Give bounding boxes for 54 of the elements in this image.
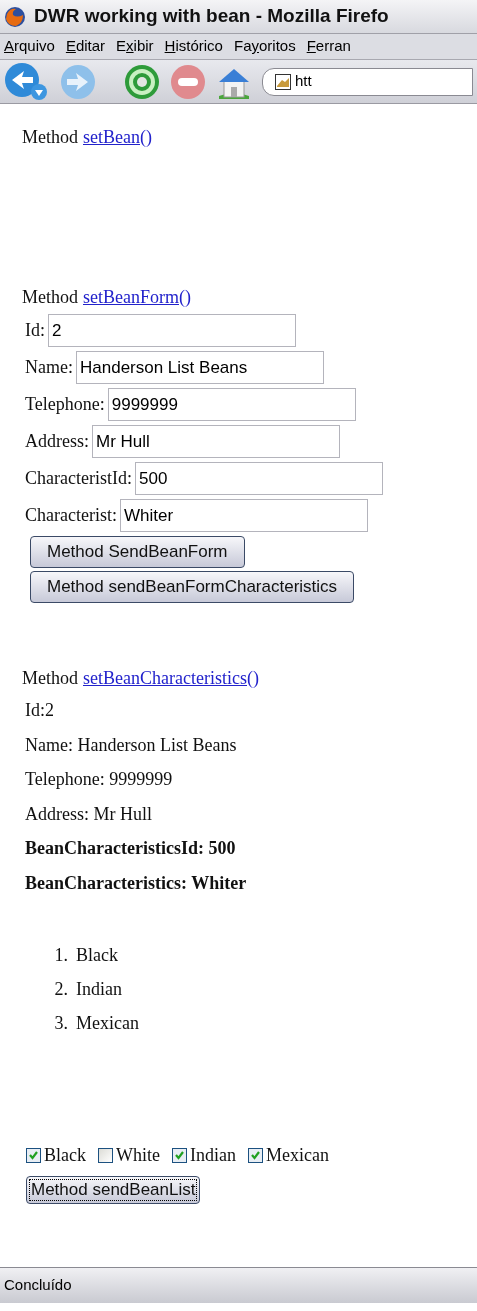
method-button[interactable]: Method sendBeanFormCharacteristics [30, 571, 355, 603]
detail-text: Address: Mr Hull [25, 802, 153, 826]
field-label: Id: [25, 319, 45, 342]
menu-item[interactable]: Fayoritos [233, 35, 296, 58]
field-label: Name: [25, 356, 73, 379]
checkbox-label: White [116, 1143, 160, 1167]
send-bean-list-button[interactable]: Method sendBeanList [26, 1176, 201, 1204]
menu-item[interactable]: Arquivo [4, 35, 55, 58]
text-field[interactable]: 9999999 [107, 388, 356, 421]
list-number: 3. [53, 1012, 68, 1035]
field-label: CharacteristId: [25, 467, 132, 490]
checkbox-label: Indian [190, 1143, 236, 1167]
checkbox-label: Mexican [265, 1143, 329, 1167]
method-link[interactable]: setBean() [83, 119, 152, 155]
field-label: Address: [25, 430, 89, 453]
menu-item[interactable]: Exibir [116, 35, 154, 58]
detail-text: BeanCharacteristicsId: 500 [25, 837, 237, 860]
checkbox[interactable] [98, 1147, 113, 1163]
checkbox[interactable] [247, 1147, 263, 1163]
checkbox[interactable] [172, 1147, 187, 1163]
text-field[interactable]: Mr Hull [92, 425, 340, 458]
detail-text: BeanCharacteristics: Whiter [25, 871, 248, 895]
list-item: Indian [76, 978, 122, 1001]
status-text: Concluído [4, 1275, 72, 1296]
field-label: Characterist: [25, 504, 117, 527]
detail-text: Id:2 [25, 699, 55, 722]
method-link[interactable]: setBeanCharacteristics() [83, 660, 259, 696]
method-label: Method [22, 666, 78, 690]
detail-text: Name: Handerson List Beans [25, 733, 238, 757]
text-field[interactable]: Handerson List Beans [76, 351, 324, 384]
stop-icon[interactable] [170, 63, 206, 100]
list-item: Mexican [76, 1012, 139, 1035]
text-field[interactable]: Whiter [119, 499, 368, 532]
menu-item[interactable]: Histórico [164, 35, 223, 58]
back-icon[interactable] [4, 61, 50, 102]
list-item: Black [76, 944, 118, 967]
checkbox[interactable] [26, 1147, 41, 1163]
method-label: Method [22, 125, 78, 149]
method-link[interactable]: setBeanForm() [83, 279, 191, 315]
text-field[interactable]: 2 [48, 314, 296, 347]
list-number: 2. [53, 978, 68, 1001]
menu-item[interactable]: Ferran [306, 35, 351, 58]
window-title: DWR working with bean - Mozilla Firefo [34, 4, 389, 29]
checkbox-label: Black [44, 1143, 86, 1167]
field-label: Telephone: [25, 393, 105, 416]
address-field[interactable]: htt [262, 67, 473, 96]
menu-item[interactable]: Editar [65, 35, 106, 58]
list-number: 1. [53, 944, 68, 967]
detail-text: Telephone: 9999999 [25, 768, 174, 791]
reload-icon[interactable] [124, 63, 160, 100]
method-button[interactable]: Method SendBeanForm [30, 536, 245, 568]
method-label: Method [22, 285, 78, 309]
text-field[interactable]: 500 [134, 462, 383, 495]
site-icon [275, 73, 291, 90]
